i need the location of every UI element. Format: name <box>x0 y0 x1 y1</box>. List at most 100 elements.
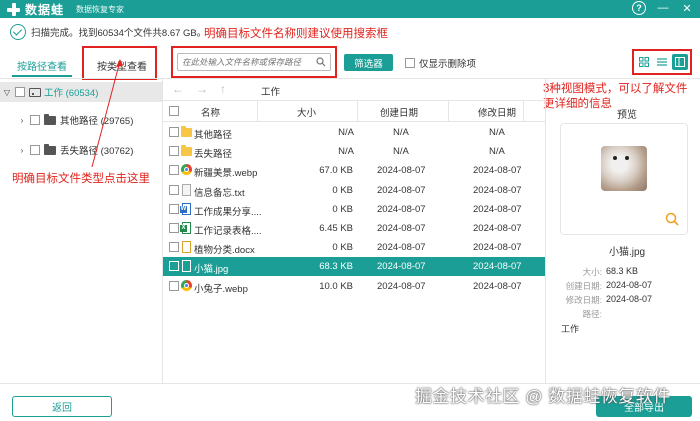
annotation-view-tip-line1: 3种视图模式，可以了解文件 <box>543 83 688 95</box>
column-divider <box>448 101 449 121</box>
image-file-icon <box>181 279 192 291</box>
meta-value-size: 68.3 KB <box>606 266 639 276</box>
up-arrow-icon[interactable]: ↑ <box>220 82 226 96</box>
row-name: 其他路径 <box>194 130 233 141</box>
meta-label-modified: 修改日期: <box>565 295 602 305</box>
forward-arrow-icon[interactable]: → <box>196 82 208 96</box>
row-created: 2024-08-07 <box>377 203 426 215</box>
close-button[interactable]: ✕ <box>680 1 694 15</box>
column-divider <box>257 101 258 121</box>
row-size: 0 KB <box>332 203 353 215</box>
active-tab-indicator <box>12 75 72 77</box>
row-size: 0 KB <box>332 242 353 254</box>
docx-file-icon <box>182 241 191 254</box>
table-row[interactable]: 小猫.jpg 68.3 KB 2024-08-07 2024-08-07 <box>163 257 545 277</box>
chevron-right-icon[interactable]: › <box>18 146 26 155</box>
column-header-name[interactable]: 名称 <box>201 105 220 119</box>
filter-button[interactable]: 筛选器 <box>344 54 393 71</box>
tree-item-checkbox[interactable] <box>30 145 40 155</box>
annotation-arrow <box>91 59 123 168</box>
row-created: 2024-08-07 <box>377 280 426 292</box>
row-modified: 2024-08-07 <box>473 261 522 273</box>
row-checkbox[interactable] <box>169 223 179 233</box>
row-checkbox[interactable] <box>169 184 179 195</box>
folder-icon <box>44 143 56 155</box>
row-modified: 2024-08-07 <box>473 184 522 196</box>
show-deleted-checkbox[interactable]: 仅显示删除项 <box>405 56 476 70</box>
row-name: 信息备忘.txt <box>194 187 245 199</box>
table-row[interactable]: 丢失路径 N/A N/A N/A <box>163 142 545 161</box>
row-size: 68.3 KB <box>319 261 353 273</box>
row-modified: N/A <box>489 127 505 138</box>
row-name: 新疆美景.webp <box>194 168 258 180</box>
row-checkbox[interactable] <box>169 280 179 291</box>
row-name: 丢失路径 <box>194 149 233 161</box>
row-size: 6.45 KB <box>319 223 353 234</box>
row-name: 小兔子.webp <box>194 283 248 295</box>
word-file-icon <box>180 202 191 215</box>
image-file-icon <box>181 164 192 176</box>
drive-icon <box>29 87 41 97</box>
row-size: N/A <box>338 146 354 158</box>
row-modified: 2024-08-07 <box>473 223 522 234</box>
tree-item-checkbox[interactable] <box>30 115 40 125</box>
folder-icon <box>44 113 56 125</box>
breadcrumb: 工作 <box>261 87 281 98</box>
row-size: N/A <box>338 127 354 138</box>
watermark: 掘金技术社区 @ 数据蛙恢复软件 <box>415 387 671 406</box>
table-row[interactable]: 其他路径 N/A N/A N/A <box>163 123 545 142</box>
show-deleted-check[interactable] <box>405 58 415 68</box>
row-checkbox[interactable] <box>169 203 179 214</box>
annotation-view-tip-line2: 更详细的信息 <box>543 98 612 110</box>
annotation-search-box <box>171 46 337 78</box>
folder-icon <box>181 145 192 157</box>
table-row[interactable]: 工作记录表格.... 6.45 KB 2024-08-07 2024-08-07 <box>163 219 545 238</box>
table-row[interactable]: 植物分类.docx 0 KB 2024-08-07 2024-08-07 <box>163 238 545 257</box>
row-modified: 2024-08-07 <box>473 280 522 292</box>
row-modified: N/A <box>489 146 505 158</box>
row-checkbox[interactable] <box>169 165 179 176</box>
scan-status: 扫描完成。找到60534个文件共8.67 GB。 <box>10 24 206 40</box>
row-checkbox[interactable] <box>169 127 179 137</box>
row-size: 10.0 KB <box>319 280 353 292</box>
tree-root-checkbox[interactable] <box>15 87 25 97</box>
row-created: N/A <box>393 127 409 138</box>
preview-card <box>560 123 688 235</box>
row-checkbox[interactable] <box>169 261 179 272</box>
row-created: 2024-08-07 <box>377 242 426 254</box>
zoom-icon[interactable] <box>665 212 679 226</box>
chevron-down-icon[interactable]: ▽ <box>3 88 11 97</box>
app-name: 数据蛙 <box>25 2 65 17</box>
excel-file-icon <box>180 222 191 234</box>
table-row[interactable]: 新疆美景.webp 67.0 KB 2024-08-07 2024-08-07 <box>163 161 545 180</box>
table-row[interactable]: 工作成果分享.... 0 KB 2024-08-07 2024-08-07 <box>163 200 545 219</box>
column-header-created[interactable]: 创建日期 <box>380 105 418 119</box>
plus-logo-icon <box>6 2 21 17</box>
row-checkbox[interactable] <box>169 146 179 157</box>
select-all-checkbox[interactable] <box>169 106 179 116</box>
minimize-button[interactable]: — <box>656 1 670 15</box>
app-logo: 数据蛙 <box>6 1 64 18</box>
back-arrow-icon[interactable]: ← <box>172 82 184 96</box>
scan-status-text: 扫描完成。找到60534个文件共8.67 GB。 <box>31 28 207 39</box>
meta-label-created: 创建日期: <box>565 281 602 291</box>
back-button[interactable]: 返回 <box>12 396 112 417</box>
row-created: 2024-08-07 <box>377 223 426 234</box>
check-circle-icon <box>10 24 26 40</box>
column-header-modified[interactable]: 修改日期 <box>478 105 516 119</box>
preview-title: 预览 <box>617 110 637 121</box>
row-checkbox[interactable] <box>169 242 179 253</box>
table-row[interactable]: 信息备忘.txt 0 KB 2024-08-07 2024-08-07 <box>163 181 545 200</box>
table-row[interactable]: 小兔子.webp 10.0 KB 2024-08-07 2024-08-07 <box>163 277 545 296</box>
row-created: 2024-08-07 <box>377 261 426 273</box>
nav-buttons: ← → ↑ <box>172 82 226 96</box>
row-created: 2024-08-07 <box>377 165 426 177</box>
annotation-search-tip: 明确目标文件名称则建议使用搜索框 <box>204 28 388 40</box>
chevron-right-icon[interactable]: › <box>18 116 26 125</box>
tab-by-path[interactable]: 按路径查看 <box>17 58 67 73</box>
meta-value-path: 工作 <box>561 324 580 334</box>
column-header-size[interactable]: 大小 <box>297 105 316 119</box>
annotation-type-tip: 明确目标文件类型点击这里 <box>12 173 150 185</box>
row-name: 小猫.jpg <box>194 264 229 276</box>
help-button[interactable]: ? <box>632 1 646 15</box>
